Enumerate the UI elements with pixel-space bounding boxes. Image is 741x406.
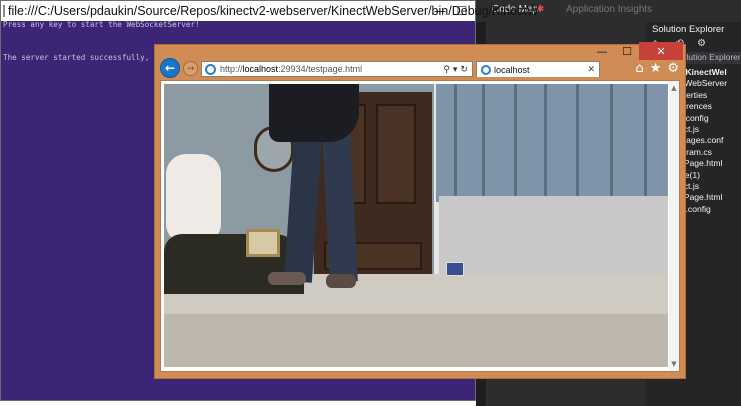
browser-minimize-button[interactable]: — xyxy=(589,42,615,60)
browser-toolbar-icons: ⌂ ★ ⚙ xyxy=(635,61,679,76)
browser-window: — ☐ ✕ ← → http:// localhost :29934/testp… xyxy=(154,42,686,379)
settings-icon[interactable]: ⚙ xyxy=(697,38,706,49)
application-insights-menu[interactable]: Application Insights xyxy=(566,4,652,15)
kinect-camera-feed xyxy=(164,84,668,367)
forward-button[interactable]: → xyxy=(183,61,198,76)
home-icon[interactable]: ⌂ xyxy=(635,61,643,76)
ie-tab-icon xyxy=(481,64,491,75)
console-minimize-button[interactable]: — xyxy=(429,3,451,19)
browser-close-button[interactable]: ✕ xyxy=(639,42,683,60)
search-icon[interactable]: ⚲ xyxy=(443,64,450,75)
page-content: ▲ ▼ xyxy=(160,80,680,372)
favorites-star-icon[interactable]: ★ xyxy=(650,61,662,76)
console-icon xyxy=(3,5,5,17)
dropdown-icon[interactable]: ▾ xyxy=(453,64,458,75)
tab-title: localhost xyxy=(494,64,530,75)
solution-explorer-title: Solution Explorer xyxy=(652,24,725,35)
url-rest: :29934/testpage.html xyxy=(278,64,363,74)
back-button[interactable]: ← xyxy=(160,58,180,78)
console-maximize-button[interactable]: ☐ xyxy=(451,3,473,19)
page-scrollbar[interactable]: ▲ ▼ xyxy=(669,81,679,371)
refresh-icon[interactable]: ↻ xyxy=(460,64,468,75)
url-host: localhost xyxy=(242,64,279,74)
tab-close-icon[interactable]: ✕ xyxy=(587,64,595,75)
browser-window-controls: — ☐ ✕ xyxy=(589,42,683,60)
console-line: Press any key to start the WebSocketServ… xyxy=(3,20,200,29)
tab-localhost[interactable]: localhost ✕ xyxy=(476,61,600,77)
scroll-up-arrow-icon[interactable]: ▲ xyxy=(669,83,679,93)
scroll-down-arrow-icon[interactable]: ▼ xyxy=(669,359,679,369)
console-title-bar: file:///C:/Users/pdaukin/Source/Repos/ki… xyxy=(1,1,539,21)
url-prefix: http:// xyxy=(220,64,243,74)
address-bar[interactable]: http:// localhost :29934/testpage.html ⚲… xyxy=(201,61,473,77)
browser-maximize-button[interactable]: ☐ xyxy=(615,42,639,60)
tools-gear-icon[interactable]: ⚙ xyxy=(667,61,679,76)
ie-icon xyxy=(205,63,216,75)
